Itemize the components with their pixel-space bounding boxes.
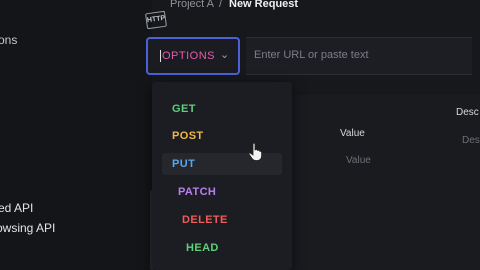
breadcrumb-project[interactable]: Project A <box>170 0 214 10</box>
page-title[interactable]: New Request <box>229 0 298 10</box>
hand-cursor-icon <box>248 143 262 161</box>
method-option-post[interactable]: POST <box>162 125 282 147</box>
method-dropdown: GET POST PUT PATCH DELETE HEAD <box>152 82 292 270</box>
method-select-value: OPTIONS <box>160 50 216 62</box>
method-option-patch[interactable]: PATCH <box>168 181 288 203</box>
method-option-put[interactable]: PUT <box>162 153 282 175</box>
breadcrumb-separator: / <box>219 0 223 10</box>
column-header-description: Desc <box>456 107 479 118</box>
sidebar-item[interactable]: ons <box>0 33 17 47</box>
value-input[interactable]: Value <box>346 155 371 166</box>
sidebar: ons ed API owsing API <box>0 0 154 270</box>
description-input[interactable]: Desc <box>462 135 480 146</box>
method-option-get[interactable]: GET <box>162 98 282 120</box>
params-table <box>290 95 480 270</box>
method-option-head[interactable]: HEAD <box>176 237 296 259</box>
url-placeholder: Enter URL or paste text <box>254 49 369 61</box>
sidebar-item[interactable]: ed API <box>0 201 33 215</box>
url-input[interactable]: Enter URL or paste text <box>246 37 472 75</box>
http-icon: HTTP <box>144 10 168 30</box>
method-select[interactable]: OPTIONS ⌄ <box>146 37 240 75</box>
column-header-value: Value <box>340 128 365 139</box>
chevron-down-icon: ⌄ <box>220 49 230 61</box>
method-option-delete[interactable]: DELETE <box>172 209 292 231</box>
sidebar-item[interactable]: owsing API <box>0 221 55 235</box>
